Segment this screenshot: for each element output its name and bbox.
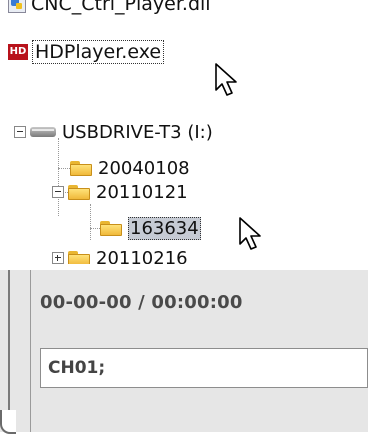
hd-app-icon: HD bbox=[8, 44, 28, 60]
folder-open-icon bbox=[68, 184, 90, 200]
folder-label: 163634 bbox=[128, 216, 201, 240]
frame-edge bbox=[8, 270, 10, 420]
collapse-icon[interactable] bbox=[14, 126, 26, 138]
mouse-cursor-icon bbox=[239, 217, 261, 250]
collapse-icon[interactable] bbox=[52, 186, 64, 198]
tree-node-folder-selected[interactable]: 163634 bbox=[100, 216, 201, 240]
file-item-hdplayer[interactable]: HD HDPlayer.exe bbox=[8, 38, 165, 66]
dll-file-icon bbox=[8, 0, 26, 13]
channel-field-value: CH01; bbox=[48, 358, 106, 378]
frame-edge bbox=[30, 270, 31, 432]
usb-drive-icon bbox=[30, 127, 56, 137]
folder-icon bbox=[70, 160, 92, 176]
folder-label: 20040108 bbox=[98, 157, 190, 179]
file-item-label: CNC_Ctrl_Player.dll bbox=[31, 0, 211, 15]
file-item-dll[interactable]: CNC_Ctrl_Player.dll bbox=[8, 0, 211, 18]
file-item-label: HDPlayer.exe bbox=[32, 40, 165, 64]
folder-label: 20110121 bbox=[96, 181, 188, 203]
player-status-panel: 00-00-00 / 00:00:00 CH01; bbox=[0, 270, 368, 434]
tree-node-folder[interactable]: 20040108 bbox=[70, 156, 190, 180]
tree-connector bbox=[90, 228, 100, 229]
tree-node-folder[interactable]: 20110121 bbox=[52, 180, 188, 204]
drive-label: USBDRIVE-T3 (I:) bbox=[62, 121, 213, 143]
tree-node-drive[interactable]: USBDRIVE-T3 (I:) bbox=[14, 120, 213, 144]
time-display: 00-00-00 / 00:00:00 bbox=[40, 292, 243, 313]
expand-icon[interactable] bbox=[52, 252, 64, 264]
folder-open-icon bbox=[100, 220, 122, 236]
tree-connector bbox=[58, 138, 59, 216]
mouse-cursor-icon bbox=[215, 63, 237, 96]
frame-corner bbox=[0, 410, 16, 434]
tree-connector bbox=[90, 204, 91, 240]
file-list-panel: CNC_Ctrl_Player.dll HD HDPlayer.exe bbox=[0, 0, 368, 100]
folder-tree-panel: USBDRIVE-T3 (I:) 20040108 20110121 16363… bbox=[0, 106, 368, 269]
channel-field[interactable]: CH01; bbox=[40, 348, 368, 388]
